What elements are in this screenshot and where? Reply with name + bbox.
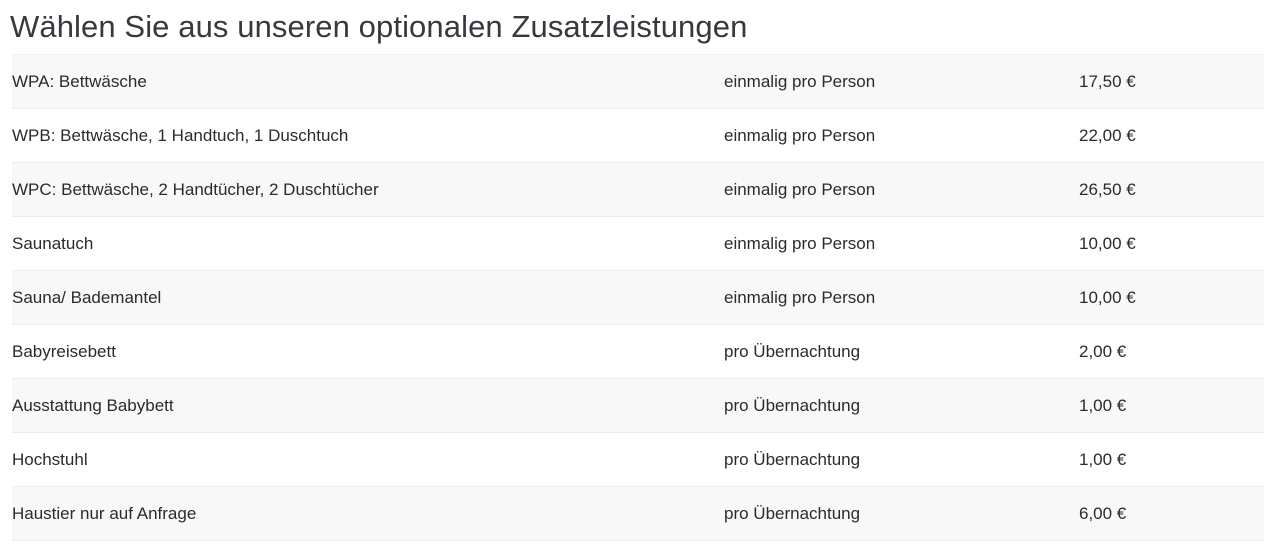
service-price-cell: 2,00 € xyxy=(1079,324,1264,379)
service-name-cell: WPC: Bettwäsche, 2 Handtücher, 2 Duschtü… xyxy=(12,162,724,217)
service-name-cell: Ausstattung Babybett xyxy=(12,378,724,433)
service-unit-cell: einmalig pro Person xyxy=(724,162,1079,217)
service-price-cell: 6,00 € xyxy=(1079,486,1264,541)
service-name-cell: Babyreisebett xyxy=(12,324,724,379)
table-row[interactable]: WPB: Bettwäsche, 1 Handtuch, 1 Duschtuch… xyxy=(12,108,1264,163)
service-price-cell: 10,00 € xyxy=(1079,216,1264,271)
table-row[interactable]: Sauna/ Bademantel einmalig pro Person 10,0… xyxy=(12,270,1264,325)
service-price-cell: 26,50 € xyxy=(1079,162,1264,217)
services-table-container: WPA: Bettwäsche einmalig pro Person 17,50 … xyxy=(0,54,1280,541)
service-unit-cell: pro Übernachtung xyxy=(724,378,1079,433)
optional-services-page: Wählen Sie aus unseren optionalen Zusatz… xyxy=(0,0,1280,556)
service-name-cell: WPA: Bettwäsche xyxy=(12,54,724,109)
service-name-cell: Hochstuhl xyxy=(12,432,724,487)
service-name-cell: Sauna/ Bademantel xyxy=(12,270,724,325)
service-price-cell: 22,00 € xyxy=(1079,108,1264,163)
table-row[interactable]: Saunatuch einmalig pro Person 10,00 € xyxy=(12,216,1264,271)
service-name-cell: WPB: Bettwäsche, 1 Handtuch, 1 Duschtuch xyxy=(12,108,724,163)
table-row[interactable]: Hochstuhl pro Übernachtung 1,00 € xyxy=(12,432,1264,487)
table-row[interactable]: Babyreisebett pro Übernachtung 2,00 € xyxy=(12,324,1264,379)
table-row[interactable]: WPC: Bettwäsche, 2 Handtücher, 2 Duschtü… xyxy=(12,162,1264,217)
optional-services-table: WPA: Bettwäsche einmalig pro Person 17,50 … xyxy=(12,54,1264,541)
table-row[interactable]: Haustier nur auf Anfrage pro Übernachtung… xyxy=(12,486,1264,541)
service-price-cell: 10,00 € xyxy=(1079,270,1264,325)
services-table-body: WPA: Bettwäsche einmalig pro Person 17,50 … xyxy=(12,54,1264,541)
service-price-cell: 1,00 € xyxy=(1079,432,1264,487)
table-row[interactable]: WPA: Bettwäsche einmalig pro Person 17,50 … xyxy=(12,54,1264,109)
service-unit-cell: pro Übernachtung xyxy=(724,432,1079,487)
service-name-cell: Haustier nur auf Anfrage xyxy=(12,486,724,541)
service-unit-cell: einmalig pro Person xyxy=(724,54,1079,109)
page-title: Wählen Sie aus unseren optionalen Zusatz… xyxy=(10,9,748,44)
service-unit-cell: einmalig pro Person xyxy=(724,216,1079,271)
service-price-cell: 17,50 € xyxy=(1079,54,1264,109)
service-unit-cell: pro Übernachtung xyxy=(724,486,1079,541)
service-unit-cell: einmalig pro Person xyxy=(724,270,1079,325)
service-name-cell: Saunatuch xyxy=(12,216,724,271)
table-row[interactable]: Ausstattung Babybett pro Übernachtung 1,00… xyxy=(12,378,1264,433)
service-price-cell: 1,00 € xyxy=(1079,378,1264,433)
service-unit-cell: pro Übernachtung xyxy=(724,324,1079,379)
service-unit-cell: einmalig pro Person xyxy=(724,108,1079,163)
